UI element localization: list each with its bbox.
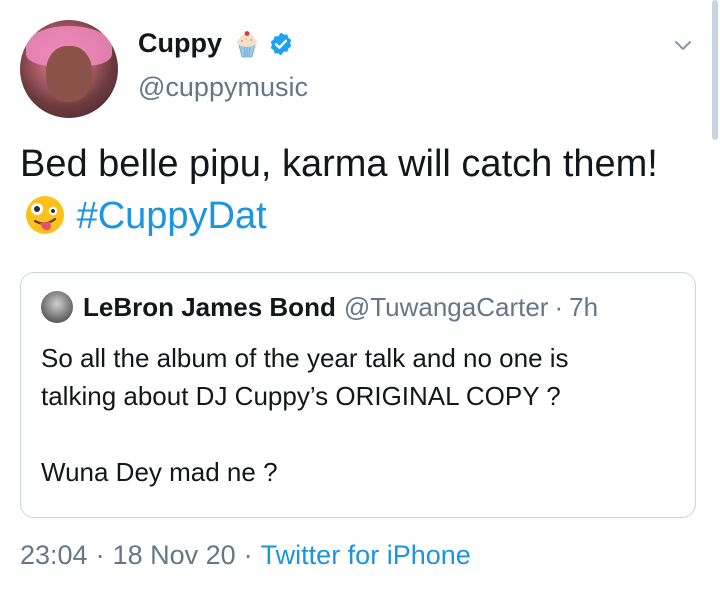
meta-separator: · (243, 540, 253, 570)
quoted-timestamp[interactable]: 7h (569, 292, 598, 323)
tweet-source-link[interactable]: Twitter for iPhone (261, 540, 471, 570)
quoted-line: talking about DJ Cuppy’s ORIGINAL COPY ? (41, 381, 561, 411)
quoted-handle[interactable]: @TuwangaCarter (344, 292, 549, 323)
quoted-tweet[interactable]: LeBron James Bond @TuwangaCarter · 7h So… (20, 272, 696, 518)
quoted-tweet-text: So all the album of the year talk and no… (41, 339, 681, 491)
quoted-display-name[interactable]: LeBron James Bond (83, 292, 336, 323)
author-name-row: Cuppy (138, 28, 294, 59)
tweet-meta: 23:04 · 18 Nov 20 · Twitter for iPhone (20, 540, 471, 571)
tweet-date[interactable]: 18 Nov 20 (113, 540, 236, 570)
tweet-time[interactable]: 23:04 (20, 540, 88, 570)
meta-separator: · (95, 540, 105, 570)
quoted-avatar[interactable] (41, 291, 73, 323)
display-name[interactable]: Cuppy (138, 28, 222, 59)
tweet-header: Cuppy @cuppymusic (20, 20, 710, 120)
tweet-text: Bed belle pipu, karma will catch them! #… (20, 138, 700, 242)
chevron-down-icon[interactable] (672, 34, 694, 56)
hashtag-link[interactable]: #CuppyDat (77, 195, 267, 237)
zany-face-icon (26, 196, 64, 234)
quoted-tweet-header: LeBron James Bond @TuwangaCarter · 7h (41, 291, 598, 323)
quoted-line: Wuna Dey mad ne ? (41, 457, 278, 487)
avatar[interactable] (20, 20, 118, 118)
verified-badge-icon (270, 32, 292, 55)
author-handle[interactable]: @cuppymusic (138, 72, 308, 103)
scrollbar[interactable] (712, 0, 718, 140)
cupcake-icon (237, 30, 257, 57)
tweet-body: Bed belle pipu, karma will catch them! (20, 143, 658, 185)
quoted-line: So all the album of the year talk and no… (41, 343, 569, 373)
quoted-separator: · (554, 291, 564, 322)
